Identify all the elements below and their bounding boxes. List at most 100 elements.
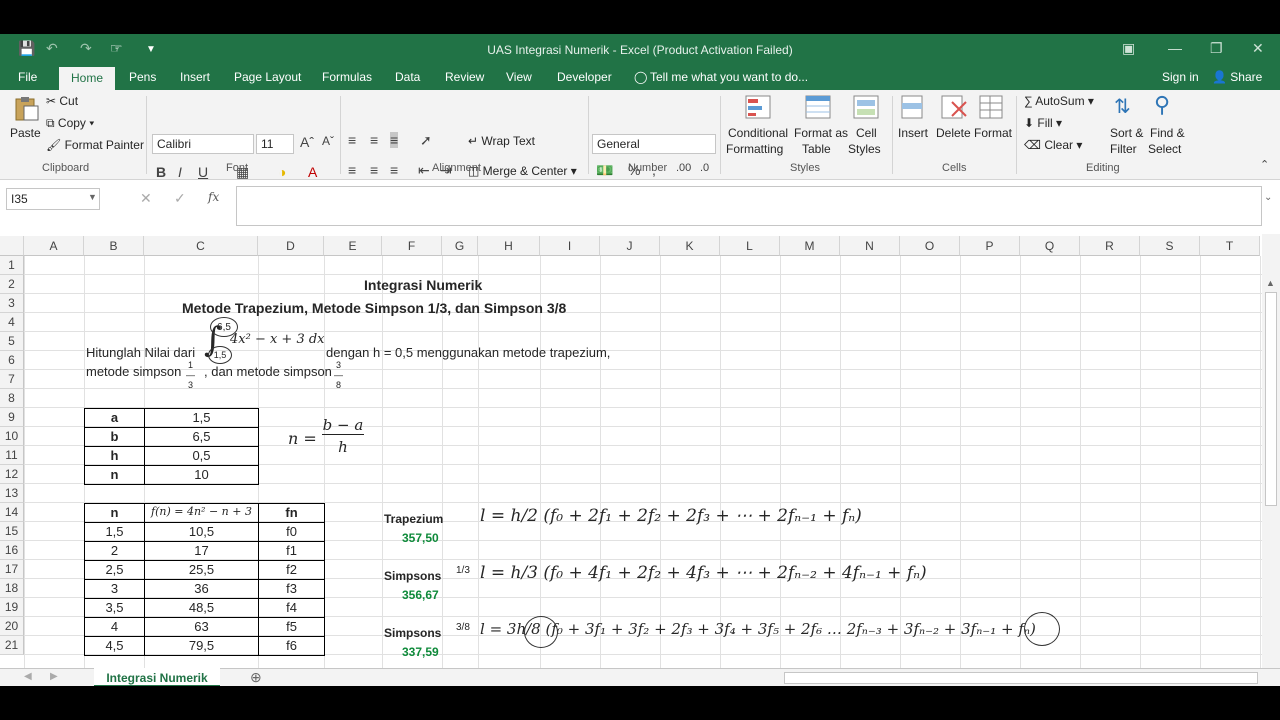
- tab-view[interactable]: View: [506, 70, 532, 84]
- param-name[interactable]: b: [84, 427, 145, 447]
- column-header[interactable]: S: [1140, 236, 1200, 256]
- question-line-2[interactable]: metode simpson: [86, 364, 181, 379]
- row-header[interactable]: 19: [0, 598, 24, 617]
- row-header[interactable]: 3: [0, 294, 24, 313]
- column-header[interactable]: T: [1200, 236, 1260, 256]
- tab-pens[interactable]: Pens: [129, 70, 156, 84]
- column-header[interactable]: Q: [1020, 236, 1080, 256]
- grow-font-icon[interactable]: Aˆ: [300, 134, 314, 150]
- tab-formulas[interactable]: Formulas: [322, 70, 372, 84]
- table-cell[interactable]: 10,5: [144, 522, 259, 542]
- enter-icon[interactable]: ✓: [174, 190, 186, 207]
- name-box-dropdown-icon[interactable]: ▼: [88, 192, 97, 202]
- select-all-corner[interactable]: [0, 236, 24, 256]
- delete-cells-button[interactable]: Delete: [936, 126, 971, 140]
- paste-icon[interactable]: [12, 96, 40, 122]
- collapse-ribbon-icon[interactable]: ⌃: [1260, 158, 1269, 171]
- column-header[interactable]: F: [382, 236, 442, 256]
- name-box[interactable]: I35: [6, 188, 100, 210]
- table-cell[interactable]: f5: [258, 617, 325, 637]
- question-line-2b[interactable]: , dan metode simpson: [204, 364, 332, 379]
- underline-icon[interactable]: U: [198, 164, 208, 180]
- row-header[interactable]: 17: [0, 560, 24, 579]
- cell-styles-button[interactable]: Cell: [856, 126, 877, 140]
- format-as-table-button[interactable]: Format as: [794, 126, 848, 140]
- row-header[interactable]: 2: [0, 275, 24, 294]
- row-header[interactable]: 15: [0, 522, 24, 541]
- row-header[interactable]: 21: [0, 636, 24, 655]
- row-header[interactable]: 6: [0, 351, 24, 370]
- trapezium-label[interactable]: Trapezium: [384, 512, 443, 526]
- prev-sheet-icon[interactable]: ◀: [24, 671, 32, 682]
- column-header[interactable]: D: [258, 236, 324, 256]
- paste-button[interactable]: Paste: [10, 126, 41, 140]
- merge-center-button[interactable]: ◫ Merge & Center ▾: [468, 164, 577, 178]
- cut-button[interactable]: ✂ Cut: [46, 94, 78, 108]
- delete-cells-icon[interactable]: [940, 94, 968, 120]
- find-select-icon[interactable]: ⚲: [1154, 92, 1170, 118]
- table-cell[interactable]: 17: [144, 541, 259, 561]
- autosum-button[interactable]: ∑ AutoSum ▾: [1024, 94, 1094, 108]
- table-header[interactable]: f(n) = 4n² − n + 3: [144, 503, 259, 523]
- sort-filter-button[interactable]: Sort &: [1110, 126, 1143, 140]
- table-cell[interactable]: f3: [258, 579, 325, 599]
- insert-cells-button[interactable]: Insert: [898, 126, 928, 140]
- row-header[interactable]: 11: [0, 446, 24, 465]
- sheet-tab-active[interactable]: Integrasi Numerik: [94, 668, 220, 686]
- column-header[interactable]: B: [84, 236, 144, 256]
- close-icon[interactable]: ✕: [1252, 40, 1264, 57]
- trapezium-value[interactable]: 357,50: [402, 531, 439, 545]
- row-header[interactable]: 1: [0, 256, 24, 275]
- table-cell[interactable]: 79,5: [144, 636, 259, 656]
- align-bottom-icon[interactable]: ≡: [390, 132, 399, 148]
- table-cell[interactable]: 2,5: [84, 560, 145, 580]
- table-cell[interactable]: 2: [84, 541, 145, 561]
- table-cell[interactable]: f6: [258, 636, 325, 656]
- column-header[interactable]: P: [960, 236, 1020, 256]
- table-header[interactable]: fn: [258, 503, 325, 523]
- tab-home[interactable]: Home: [59, 67, 116, 90]
- column-header[interactable]: G: [442, 236, 478, 256]
- font-size-select[interactable]: 11: [256, 134, 294, 154]
- param-value[interactable]: 10: [144, 465, 259, 485]
- find-select-button[interactable]: Find &: [1150, 126, 1185, 140]
- formula-input[interactable]: [236, 186, 1262, 226]
- row-header[interactable]: 7: [0, 370, 24, 389]
- vertical-scrollbar[interactable]: ▲ ▼: [1262, 234, 1280, 668]
- cell-styles-icon[interactable]: [852, 94, 880, 120]
- row-header[interactable]: 10: [0, 427, 24, 446]
- table-cell[interactable]: 48,5: [144, 598, 259, 618]
- column-header[interactable]: E: [324, 236, 382, 256]
- table-cell[interactable]: f4: [258, 598, 325, 618]
- decrease-decimal-icon[interactable]: .0: [700, 162, 709, 174]
- insert-cells-icon[interactable]: [900, 94, 928, 120]
- align-center-icon[interactable]: ≡: [370, 162, 378, 178]
- table-cell[interactable]: f2: [258, 560, 325, 580]
- align-top-icon[interactable]: ≡: [348, 132, 356, 148]
- simpson13-value[interactable]: 356,67: [402, 588, 439, 602]
- scroll-thumb[interactable]: [1265, 292, 1277, 506]
- next-sheet-icon[interactable]: ▶: [50, 671, 58, 682]
- align-middle-icon[interactable]: ≡: [370, 132, 378, 148]
- simpson13-label[interactable]: Simpsons: [384, 569, 441, 583]
- cell-area[interactable]: Integrasi Numerik Metode Trapezium, Meto…: [24, 256, 1262, 668]
- font-color-icon[interactable]: A: [308, 164, 317, 180]
- tab-file[interactable]: File: [18, 70, 37, 84]
- expand-formula-bar-icon[interactable]: ⌄: [1264, 192, 1272, 203]
- sort-filter-icon[interactable]: ⇅: [1114, 94, 1131, 119]
- column-header[interactable]: L: [720, 236, 780, 256]
- param-name[interactable]: n: [84, 465, 145, 485]
- question-line-1[interactable]: Hitunglah Nilai dari: [86, 345, 195, 360]
- horizontal-scrollbar[interactable]: [784, 672, 1258, 684]
- tab-insert[interactable]: Insert: [180, 70, 210, 84]
- row-header[interactable]: 16: [0, 541, 24, 560]
- table-cell[interactable]: 63: [144, 617, 259, 637]
- orientation-icon[interactable]: ➚: [420, 132, 432, 149]
- column-header[interactable]: M: [780, 236, 840, 256]
- simpson38-label[interactable]: Simpsons: [384, 626, 441, 640]
- table-cell[interactable]: 4: [84, 617, 145, 637]
- row-header[interactable]: 13: [0, 484, 24, 503]
- tab-data[interactable]: Data: [395, 70, 420, 84]
- column-header[interactable]: J: [600, 236, 660, 256]
- param-name[interactable]: h: [84, 446, 145, 466]
